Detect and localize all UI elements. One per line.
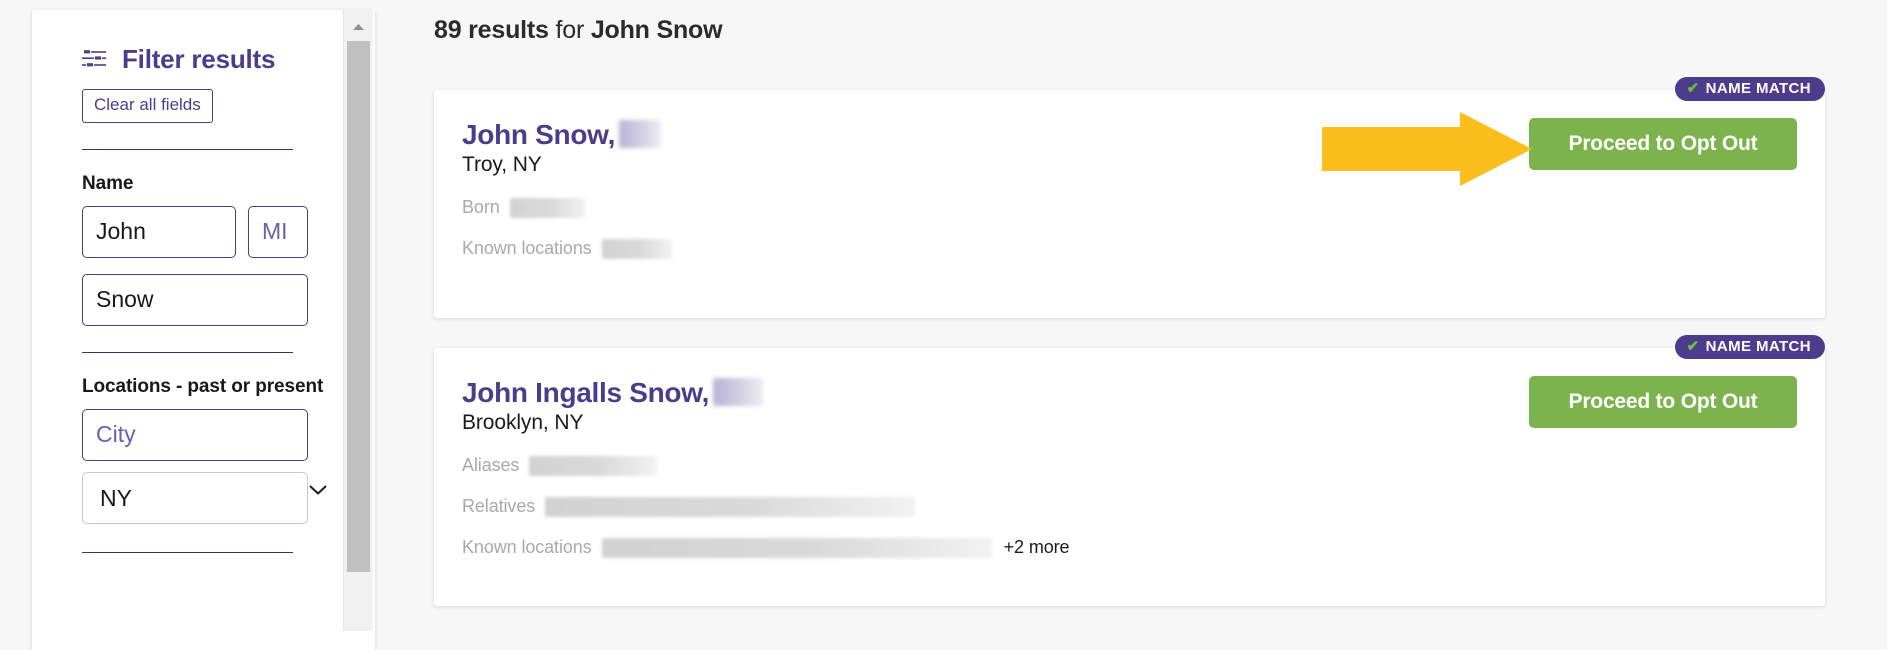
locations-section-label: Locations - past or present [82, 375, 324, 397]
result-card[interactable]: ✔ NAME MATCH John Ingalls Snow, Brooklyn… [434, 335, 1825, 606]
person-name-link[interactable]: John Snow, [462, 116, 662, 151]
divider-2 [82, 351, 293, 353]
redacted-age [619, 120, 662, 148]
status-badge: ✔ NAME MATCH [1674, 77, 1825, 101]
person-name-text: John Snow, [462, 119, 616, 150]
redacted-value [509, 197, 585, 218]
attribute-label: Known locations [462, 537, 592, 557]
middle-initial-input[interactable] [248, 205, 308, 258]
results-count: 89 results [434, 16, 549, 44]
divider-3 [82, 551, 293, 553]
person-location: Troy, NY [462, 153, 542, 176]
attribute-row: Relatives [462, 496, 916, 517]
person-location: Brooklyn, NY [462, 411, 584, 434]
divider [82, 148, 293, 150]
scroll-up-button[interactable] [344, 15, 373, 39]
scrollbar-thumb[interactable] [347, 41, 370, 572]
city-input[interactable] [82, 408, 308, 461]
sidebar-scrollbar-track[interactable] [343, 10, 373, 631]
redacted-value [529, 455, 658, 476]
results-header: 89 results for John Snow [434, 16, 723, 45]
state-select-wrapper: NY [32, 461, 343, 524]
attribute-row: Aliases [462, 455, 658, 476]
name-fields-row [82, 205, 343, 258]
redacted-value [601, 537, 992, 558]
sliders-icon [82, 48, 108, 70]
attribute-label: Born [462, 197, 500, 217]
redacted-value [601, 238, 672, 259]
filter-header: Filter results [32, 10, 343, 72]
proceed-to-opt-out-button[interactable]: Proceed to Opt Out [1529, 118, 1797, 170]
attribute-row: Known locations +2 more [462, 537, 1070, 558]
check-icon: ✔ [1686, 80, 1700, 97]
chevron-down-icon [309, 483, 327, 501]
name-section-label: Name [82, 172, 134, 194]
state-select[interactable]: NY [82, 471, 308, 524]
clear-all-fields-button[interactable]: Clear all fields [82, 89, 213, 123]
last-name-input[interactable] [82, 273, 308, 326]
first-name-input[interactable] [82, 205, 236, 258]
proceed-to-opt-out-button[interactable]: Proceed to Opt Out [1529, 376, 1797, 428]
person-name-text: John Ingalls Snow, [462, 377, 710, 408]
status-badge-label: NAME MATCH [1705, 80, 1811, 97]
filter-panel-content: Filter results Clear all fields Name Loc… [32, 10, 343, 650]
results-query: John Snow [590, 16, 723, 44]
page-title: Filter results [122, 44, 276, 74]
show-more-link[interactable]: +2 more [1004, 537, 1070, 558]
status-badge: ✔ NAME MATCH [1674, 335, 1825, 359]
chevron-up-icon [352, 18, 365, 36]
attribute-label: Relatives [462, 496, 536, 516]
result-card[interactable]: ✔ NAME MATCH John Snow, Troy, NY Born Kn… [434, 77, 1825, 318]
attribute-label: Known locations [462, 238, 592, 258]
status-badge-label: NAME MATCH [1705, 338, 1811, 355]
attribute-row: Known locations [462, 238, 672, 259]
last-name-row [82, 273, 343, 326]
filter-panel: Filter results Clear all fields Name Loc… [32, 10, 375, 650]
person-name-link[interactable]: John Ingalls Snow, [462, 374, 764, 409]
redacted-value [545, 496, 916, 517]
redacted-age [713, 378, 764, 406]
check-icon: ✔ [1686, 338, 1700, 355]
attribute-row: Born [462, 197, 585, 218]
results-for-label: for [548, 16, 591, 44]
attribute-label: Aliases [462, 455, 520, 475]
